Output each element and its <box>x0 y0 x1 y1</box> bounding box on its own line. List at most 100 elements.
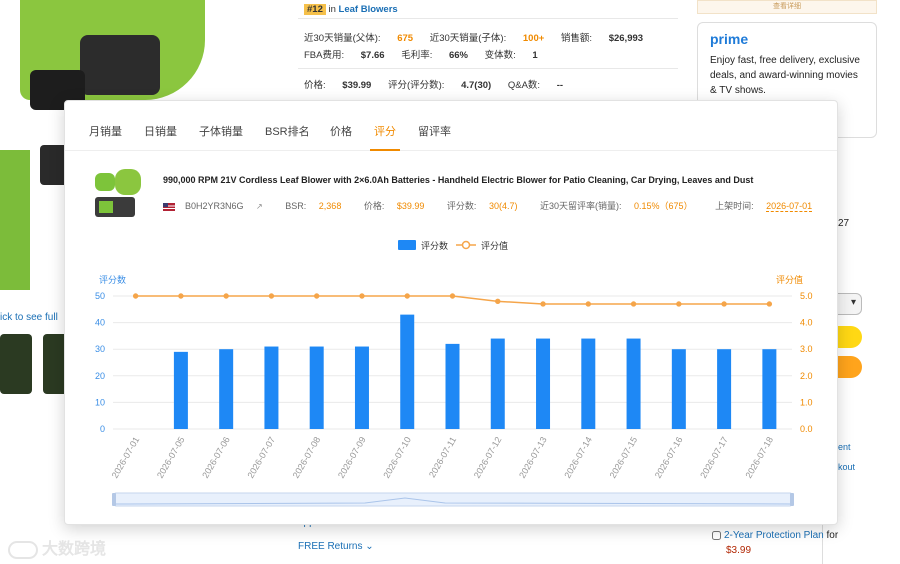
protection-plan-price: $3.99 <box>726 545 752 556</box>
stats-row-price: 价格: $39.99 评分(评分数): 4.7(30) Q&A数: -- <box>304 80 564 91</box>
chevron-down-icon: ⌄ <box>365 541 374 552</box>
us-flag-icon <box>163 202 175 211</box>
free-returns-link[interactable]: FREE Returns ⌄ <box>298 541 374 552</box>
popup-tabs: 月销量 日销量 子体销量 BSR排名 价格 评分 留评率 <box>65 101 837 151</box>
tab-bsr-rank[interactable]: BSR排名 <box>265 123 310 139</box>
child-sales-value: 100+ <box>522 33 545 44</box>
x-tick-label: 2026-07-07 <box>245 435 277 480</box>
stats-row-fees: FBA费用: $7.66 毛利率: 66% 变体数: 1 <box>304 50 538 61</box>
y-tick-right: 4.0 <box>800 318 813 328</box>
watermark-logo-icon <box>8 540 38 559</box>
y-tick-right: 0.0 <box>800 424 813 434</box>
point-rating-value <box>404 293 410 299</box>
y-tick-left: 10 <box>95 397 105 407</box>
payment-link[interactable]: ent <box>838 442 851 452</box>
x-tick-label: 2026-07-01 <box>110 435 142 480</box>
y-tick-right: 1.0 <box>800 397 813 407</box>
point-rating-value <box>676 301 682 307</box>
legend-swatch-marker <box>461 240 471 250</box>
bar-rating-count <box>536 338 551 429</box>
point-rating-value <box>223 293 229 299</box>
active-tab-indicator <box>370 149 400 151</box>
point-rating-value <box>585 301 591 307</box>
x-tick-label: 2026-07-08 <box>291 435 323 480</box>
product-stats-panel: #12 in Leaf Blowers 近30天销量(父体): 675 近30天… <box>298 0 678 100</box>
legend-label-bar: 评分数 <box>421 240 448 251</box>
point-rating-value <box>721 301 727 307</box>
product-title[interactable]: 990,000 RPM 21V Cordless Leaf Blower wit… <box>163 175 753 185</box>
bar-rating-count <box>354 346 369 429</box>
protection-plan-option[interactable]: 2-Year Protection Plan for <box>712 530 838 541</box>
variants-value: 1 <box>532 50 538 61</box>
divider <box>298 18 678 19</box>
legend-swatch-bar <box>398 240 416 250</box>
x-tick-label: 2026-07-05 <box>155 435 187 480</box>
point-rating-value <box>449 293 456 299</box>
listed-date-value: 2026-07-01 <box>766 201 813 212</box>
x-tick-label: 2026-07-12 <box>472 435 504 480</box>
qa-value: -- <box>556 80 564 91</box>
point-rating-value <box>132 293 139 299</box>
point-rating-value <box>359 293 365 299</box>
asin-link[interactable]: B0H2YR3N6G <box>185 201 244 211</box>
point-rating-value <box>268 293 275 299</box>
bar-rating-count <box>264 346 279 429</box>
y-tick-right: 2.0 <box>800 371 813 381</box>
rank-badge: #12 <box>304 4 326 15</box>
price-value: $39.99 <box>342 80 372 91</box>
rating-chart: 评分数 评分值评分数 评分值010203040500.01.02.03.04.05.… <box>95 240 813 507</box>
zoom-slider-handle-right[interactable] <box>790 493 794 506</box>
external-link-icon[interactable]: ↗ <box>256 202 263 211</box>
see-full-view-link[interactable]: ick to see full <box>0 312 58 323</box>
product-main-image[interactable] <box>20 0 205 110</box>
protection-plan-link[interactable]: 2-Year Protection Plan <box>724 530 824 541</box>
rating-value: 4.7(30) <box>461 80 492 91</box>
prime-promo-text: Enjoy fast, free delivery, exclusive dea… <box>710 55 860 96</box>
y-tick-left: 50 <box>95 291 105 301</box>
delivery-date-fragment: 27 <box>838 218 850 229</box>
view-details-strip[interactable]: 查看详细 <box>697 0 877 14</box>
rating-history-popup: 月销量 日销量 子体销量 BSR排名 价格 评分 留评率 990,000 RPM… <box>64 100 838 525</box>
bar-rating-count <box>173 351 188 429</box>
price-value: $39.99 <box>396 201 425 211</box>
x-tick-label: 2026-07-15 <box>608 435 640 480</box>
bar-rating-count <box>762 349 777 429</box>
bar-rating-count <box>219 349 234 429</box>
product-meta: B0H2YR3N6G ↗ BSR: 2,368 价格: $39.99 评分数: … <box>163 199 832 212</box>
bar-rating-count <box>309 346 324 429</box>
x-tick-label: 2026-07-16 <box>653 435 685 480</box>
category-rank: #12 in Leaf Blowers <box>304 4 398 15</box>
x-tick-label: 2026-07-13 <box>517 435 549 480</box>
tab-monthly-sales[interactable]: 月销量 <box>89 123 122 139</box>
bsr-value: 2,368 <box>318 201 342 211</box>
zoom-slider-handle-left[interactable] <box>112 493 116 506</box>
tab-daily-sales[interactable]: 日销量 <box>144 123 177 139</box>
blower-nozzle-graphic <box>80 35 160 95</box>
parent-sales-value: 675 <box>397 33 414 44</box>
y-tick-right: 5.0 <box>800 291 813 301</box>
revenue-value: $26,993 <box>608 33 644 44</box>
bar-rating-count <box>717 349 732 429</box>
x-tick-label: 2026-07-10 <box>381 435 413 480</box>
thumbnail-image[interactable] <box>0 334 32 394</box>
x-tick-label: 2026-07-17 <box>698 435 730 480</box>
tab-child-sales[interactable]: 子体销量 <box>199 123 243 139</box>
rating-count-value: 30(4.7) <box>488 201 518 211</box>
point-rating-value <box>630 301 637 307</box>
x-tick-label: 2026-07-09 <box>336 435 368 480</box>
tab-review-rate[interactable]: 留评率 <box>418 123 451 139</box>
x-tick-label: 2026-07-06 <box>200 435 232 480</box>
product-thumbnail[interactable] <box>89 167 145 221</box>
protection-plan-checkbox[interactable] <box>712 530 721 540</box>
y-axis-left-title: 评分数 <box>99 274 126 285</box>
legend-label-line: 评分值 <box>481 240 508 251</box>
point-rating-value <box>495 298 501 305</box>
x-tick-label: 2026-07-14 <box>562 435 594 480</box>
tab-price[interactable]: 价格 <box>330 123 352 139</box>
y-tick-right: 3.0 <box>800 344 813 354</box>
bar-rating-count <box>400 314 415 429</box>
checkout-link[interactable]: kout <box>838 462 855 472</box>
prime-logo: prime <box>710 31 749 47</box>
rank-category-link[interactable]: Leaf Blowers <box>339 4 398 15</box>
tab-rating[interactable]: 评分 <box>374 123 396 139</box>
